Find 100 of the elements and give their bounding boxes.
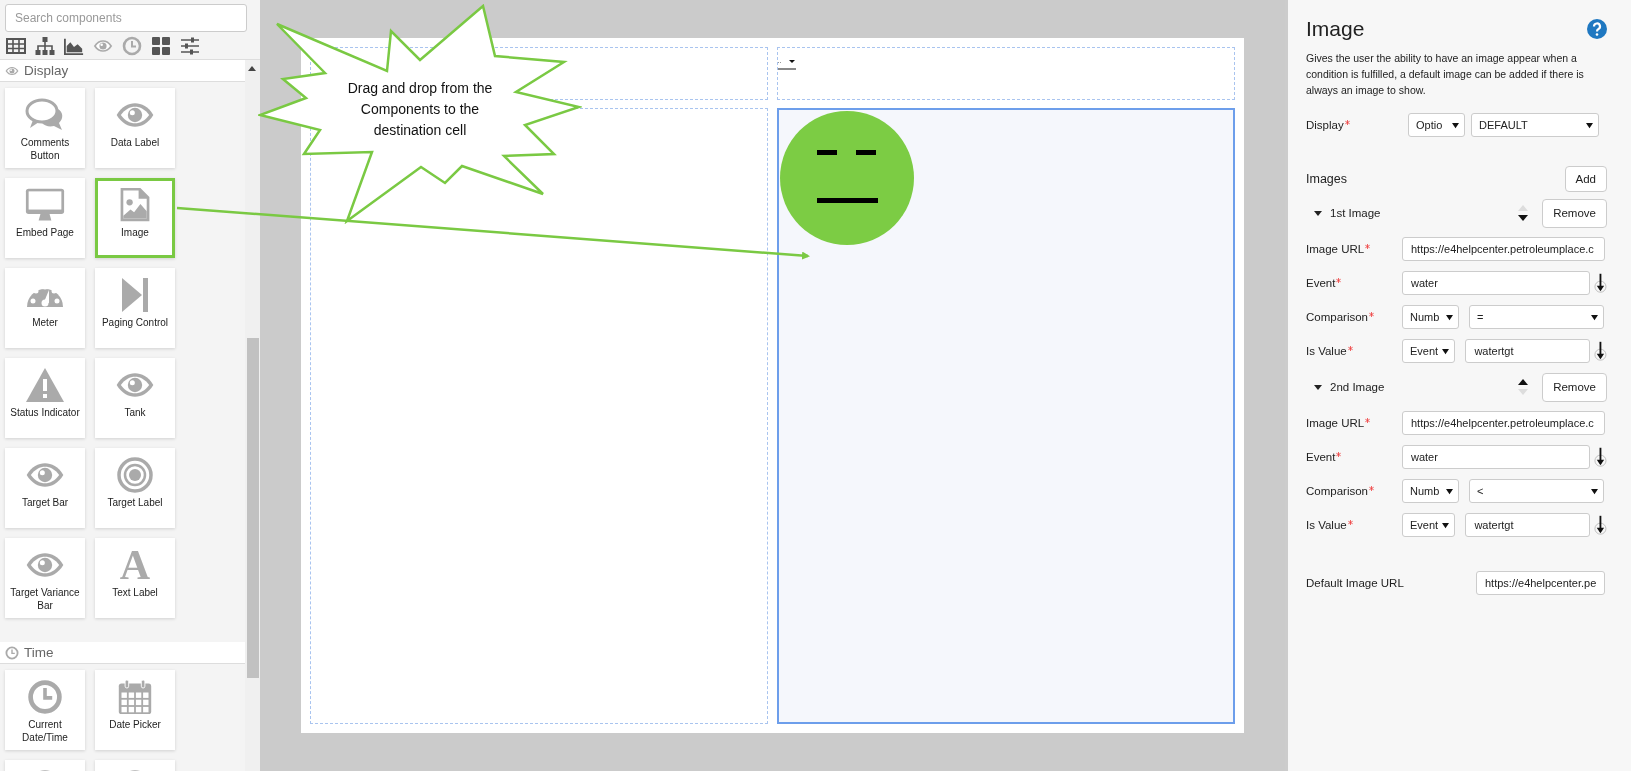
arrow-down-icon[interactable] <box>1594 446 1607 468</box>
sliders-icon[interactable] <box>180 36 200 56</box>
tile-label: Status Indicator <box>9 406 81 420</box>
component-tile[interactable]: Target Bar <box>5 448 85 528</box>
area-chart-icon[interactable] <box>64 36 84 56</box>
scrollbar[interactable] <box>245 60 260 771</box>
target-icon <box>115 457 155 493</box>
caret-icon <box>1441 521 1451 529</box>
component-tile[interactable]: Current Date/Time <box>5 670 85 750</box>
clock-icon <box>5 645 19 660</box>
neutral-emoji-icon <box>779 110 915 246</box>
select-field[interactable]: Numb <box>1402 305 1459 329</box>
component-tile[interactable]: Image <box>95 178 175 258</box>
tile-label: Target Label <box>106 496 164 510</box>
remove-button[interactable]: Remove <box>1542 198 1607 228</box>
select-field[interactable]: DEFAULT <box>1471 113 1599 137</box>
select-field[interactable]: Numb <box>1402 479 1459 503</box>
monitor-icon <box>25 187 65 223</box>
hierarchy-icon[interactable] <box>35 36 55 56</box>
arrow-down-icon[interactable] <box>1594 272 1607 294</box>
move-down-icon[interactable] <box>1518 215 1529 221</box>
section-header[interactable]: Time <box>0 642 245 664</box>
component-tile[interactable]: Tank <box>95 358 175 438</box>
image-item-title[interactable]: 2nd Image <box>1330 381 1519 393</box>
select-field[interactable]: Event <box>1402 513 1456 537</box>
caret-icon <box>1451 121 1460 129</box>
field-label: Image URL <box>1306 417 1365 429</box>
field-label: Default Image URL <box>1306 577 1404 589</box>
speech-bubbles-icon <box>25 97 65 133</box>
tile-label: Meter <box>31 316 59 330</box>
mini-dropdown-icon[interactable] <box>778 59 798 71</box>
component-tile[interactable]: Meter <box>5 268 85 348</box>
tile-label: Comments Button <box>19 136 71 162</box>
help-icon[interactable] <box>1587 19 1607 39</box>
component-tile[interactable]: Status Indicator <box>5 358 85 438</box>
caret-icon <box>1585 121 1594 129</box>
caret-icon[interactable] <box>1314 209 1322 217</box>
image-item-title[interactable]: 1st Image <box>1330 207 1519 219</box>
caret-icon <box>1590 487 1599 495</box>
component-tile[interactable]: Date Picker <box>95 670 175 750</box>
section-title: Display <box>24 63 69 78</box>
field-label: Event <box>1306 451 1336 463</box>
component-tile[interactable]: Paging Control <box>95 268 175 348</box>
layout-cell[interactable] <box>777 47 1235 100</box>
caret-icon <box>1590 313 1599 321</box>
description-text: Gives the user the ability to have an image appear when a condition is fulfilled, a default image can be added if there is always an image to show. <box>1306 51 1585 98</box>
field-label: Comparison <box>1306 485 1368 497</box>
text-field[interactable]: water <box>1402 445 1591 469</box>
caret-icon <box>1445 313 1454 321</box>
tooltip-text: Drag and drop from the Components to the destination cell <box>346 79 494 140</box>
remove-button[interactable]: Remove <box>1542 372 1607 402</box>
tile-label: Text Label <box>111 586 159 600</box>
add-button[interactable]: Add <box>1564 166 1607 192</box>
component-tile[interactable]: Target Label <box>95 448 175 528</box>
text-field[interactable]: water <box>1402 271 1591 295</box>
tile-label: Tank <box>123 406 147 420</box>
component-tile[interactable]: Target Variance Bar <box>5 538 85 618</box>
select-field[interactable]: < <box>1469 479 1604 503</box>
tile-label: Target Variance Bar <box>9 586 81 612</box>
component-tile[interactable]: Comments Button <box>5 88 85 168</box>
tile-label: Target Bar <box>20 496 70 510</box>
tile-label: Data Label <box>109 136 161 150</box>
select-field[interactable]: = <box>1469 305 1604 329</box>
text-field[interactable]: watertgt <box>1465 339 1591 363</box>
select-field[interactable]: Event <box>1402 339 1456 363</box>
text-field[interactable]: https://e4helpcenter.petroleumplace.c <box>1402 237 1605 261</box>
scroll-up-icon[interactable] <box>248 66 256 71</box>
table-icon[interactable] <box>6 36 26 56</box>
component-tile[interactable]: A Text Label <box>95 538 175 618</box>
tile-label: Current Date/Time <box>21 718 69 744</box>
caret-icon <box>1441 347 1451 355</box>
field-label: Event <box>1306 277 1336 289</box>
letter-glyph: A <box>119 547 151 583</box>
field-label: Is Value <box>1306 345 1347 357</box>
section-header[interactable]: Display <box>0 60 245 82</box>
tile-label: Image <box>120 226 150 240</box>
caret-icon[interactable] <box>1314 383 1322 391</box>
field-label: Comparison <box>1306 311 1368 323</box>
text-field[interactable]: https://e4helpcenter.petroleumplace.c <box>1402 411 1605 435</box>
caret-icon <box>1445 487 1454 495</box>
warning-icon <box>25 367 65 403</box>
tile-label: Embed Page <box>15 226 75 240</box>
arrow-down-icon[interactable] <box>1594 514 1607 536</box>
field-label: Is Value <box>1306 519 1347 531</box>
section-title: Time <box>24 645 54 660</box>
tile-label: Paging Control <box>100 316 170 330</box>
clock-icon <box>25 679 65 715</box>
layout-cell[interactable] <box>777 108 1235 724</box>
text-field[interactable]: watertgt <box>1465 513 1591 537</box>
move-up-icon[interactable] <box>1518 379 1529 385</box>
arrow-down-icon[interactable] <box>1594 340 1607 362</box>
select-field[interactable]: Optio <box>1408 113 1465 137</box>
component-tile[interactable]: Embed Page <box>5 178 85 258</box>
text-field[interactable]: https://e4helpcenter.pe <box>1476 571 1605 595</box>
field-label: Image URL <box>1306 243 1365 255</box>
field-label: Display <box>1306 119 1344 131</box>
component-tile[interactable]: Data Label <box>95 88 175 168</box>
section-title: Images <box>1306 172 1347 186</box>
tile-label: Date Picker <box>108 718 162 732</box>
grid-icon[interactable] <box>151 36 171 56</box>
